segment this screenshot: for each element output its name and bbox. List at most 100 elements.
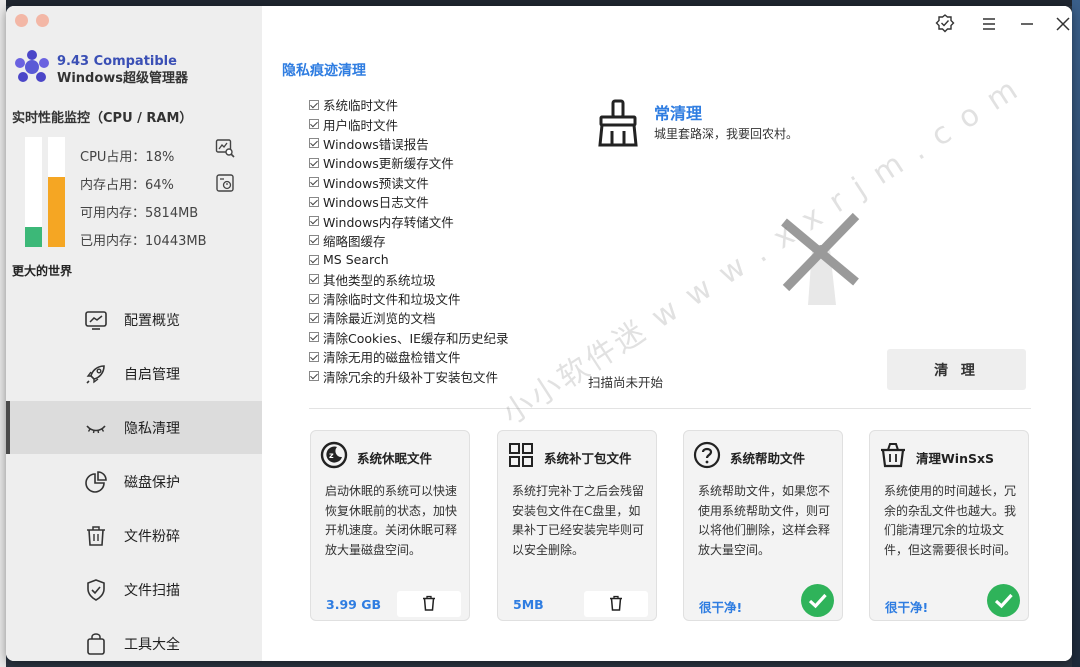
clean-option-label: 清除临时文件和垃圾文件 bbox=[323, 292, 461, 308]
card-help-files: 系统帮助文件 系统帮助文件，如果您不使用系统帮助文件，则可以将他们删除，这样会释… bbox=[683, 430, 843, 621]
nav-item-startup-manager[interactable]: 自启管理 bbox=[6, 347, 262, 400]
menu-icon[interactable] bbox=[978, 13, 1000, 35]
close-icon[interactable] bbox=[1052, 13, 1072, 35]
nav-item-config-overview[interactable]: 配置概览 bbox=[6, 293, 262, 346]
clean-title: 常清理 bbox=[654, 104, 703, 123]
nav-label: 文件扫描 bbox=[124, 582, 180, 599]
clean-option-label: 用户临时文件 bbox=[323, 117, 399, 133]
cpu-usage-fill bbox=[25, 227, 42, 247]
card-size: 3.99 GB bbox=[326, 597, 381, 612]
delete-button[interactable] bbox=[397, 591, 461, 617]
nav-item-privacy-clean[interactable]: 隐私清理 bbox=[6, 401, 262, 454]
trash-icon bbox=[610, 595, 622, 611]
shield-check-icon bbox=[87, 579, 105, 601]
card-status: 很干净! bbox=[699, 600, 743, 615]
clean-option-label: Windows更新缓存文件 bbox=[323, 156, 454, 172]
svg-text:z: z bbox=[329, 451, 334, 460]
card-title: 清理WinSxS bbox=[916, 451, 995, 466]
clean-option[interactable]: Windows预读文件 bbox=[309, 173, 509, 192]
card-title: 系统休眠文件 bbox=[357, 451, 433, 466]
card-description: 系统使用的时间越长，冗余的杂乱文件也越大。我们能清理冗余的垃圾文件，但这需要很长… bbox=[884, 484, 1017, 557]
clean-option[interactable]: 清除Cookies、IE缓存和历史纪录 bbox=[309, 328, 509, 347]
checkbox[interactable] bbox=[309, 216, 319, 227]
nav-label: 配置概览 bbox=[124, 312, 180, 329]
clean-option-label: Windows错误报告 bbox=[323, 136, 429, 152]
card-title: 系统帮助文件 bbox=[730, 451, 806, 466]
minimize-window-dot[interactable] bbox=[36, 14, 49, 27]
nav-label: 文件粉碎 bbox=[124, 528, 180, 545]
clean-option[interactable]: 缩略图缓存 bbox=[309, 231, 509, 250]
settings-badge-icon[interactable] bbox=[934, 13, 956, 35]
clean-button[interactable]: 清 理 bbox=[887, 349, 1026, 390]
checkbox[interactable] bbox=[309, 332, 319, 343]
checkbox[interactable] bbox=[309, 157, 319, 168]
card-description: 系统打完补丁之后会残留安装包文件在C盘里，如果补丁已经安装完毕则可以安全删除。 bbox=[512, 484, 645, 557]
delete-button[interactable] bbox=[584, 591, 648, 617]
app-name: Windows超级管理器 bbox=[57, 71, 189, 86]
minimize-icon[interactable] bbox=[1016, 13, 1038, 35]
card-description: 启动休眠的系统可以快速恢复休眠前的状态，加快开机速度。关闭休眠可释放大量磁盘空间… bbox=[325, 484, 458, 557]
memory-usage-bar bbox=[48, 137, 65, 247]
checkbox[interactable] bbox=[309, 371, 319, 382]
nav-item-toolbox[interactable]: 工具大全 bbox=[6, 617, 262, 661]
nav-item-disk-protect[interactable]: 磁盘保护 bbox=[6, 455, 262, 508]
clean-options-list: 系统临时文件 用户临时文件 Windows错误报告 Windows更新缓存文件 Wind… bbox=[309, 95, 509, 386]
clean-subtitle: 城里套路深，我要回农村。 bbox=[654, 127, 799, 141]
clean-option-label: 清除冗余的升级补丁安装包文件 bbox=[323, 369, 499, 385]
sidebar: 9.43 Compatible Windows超级管理器 实时性能监控（CPU … bbox=[6, 6, 262, 661]
monitor-chart-icon bbox=[85, 311, 107, 330]
clean-option[interactable]: 其他类型的系统垃圾 bbox=[309, 270, 509, 289]
checkbox[interactable] bbox=[309, 351, 319, 362]
clean-option[interactable]: Windows错误报告 bbox=[309, 134, 509, 153]
nav-item-file-scan[interactable]: 文件扫描 bbox=[6, 563, 262, 616]
memory-clean-icon[interactable] bbox=[215, 173, 235, 193]
card-status: 很干净! bbox=[885, 600, 929, 615]
clean-option[interactable]: Windows日志文件 bbox=[309, 192, 509, 211]
cpu-inspect-icon[interactable] bbox=[215, 138, 235, 158]
check-circle-icon bbox=[801, 584, 834, 617]
clean-option[interactable]: 清除无用的磁盘检错文件 bbox=[309, 347, 509, 366]
nav-label: 自启管理 bbox=[124, 366, 180, 383]
help-icon bbox=[693, 441, 721, 469]
clean-option[interactable]: 用户临时文件 bbox=[309, 114, 509, 133]
checkbox[interactable] bbox=[309, 119, 319, 130]
checkbox[interactable] bbox=[309, 254, 319, 265]
page-title: 隐私痕迹清理 bbox=[282, 63, 366, 79]
card-patch-packages: 系统补丁包文件 系统打完补丁之后会残留安装包文件在C盘里，如果补丁已经安装完毕则… bbox=[497, 430, 657, 621]
checkbox[interactable] bbox=[309, 138, 319, 149]
app-logo-icon bbox=[15, 50, 49, 82]
clean-option[interactable]: Windows内存转储文件 bbox=[309, 211, 509, 230]
trash-icon bbox=[87, 526, 105, 546]
checkbox[interactable] bbox=[309, 177, 319, 188]
close-window-dot[interactable] bbox=[15, 14, 28, 27]
card-size: 5MB bbox=[513, 597, 544, 612]
divider bbox=[309, 408, 1031, 409]
clean-option[interactable]: 清除冗余的升级补丁安装包文件 bbox=[309, 366, 509, 385]
clean-option[interactable]: 系统临时文件 bbox=[309, 95, 509, 114]
card-title: 系统补丁包文件 bbox=[544, 451, 632, 466]
available-memory-label: 可用内存：5814MB bbox=[80, 206, 199, 221]
sleep-icon: z bbox=[320, 441, 348, 469]
checkbox[interactable] bbox=[309, 196, 319, 207]
used-memory-label: 已用内存：10443MB bbox=[80, 234, 207, 249]
app-version: 9.43 Compatible bbox=[57, 54, 177, 69]
closed-eye-icon bbox=[86, 425, 106, 434]
main-panel: 隐私痕迹清理 系统临时文件 用户临时文件 Windows错误报告 Windows更新缓… bbox=[262, 6, 1072, 661]
checkbox[interactable] bbox=[309, 274, 319, 285]
clean-option[interactable]: 清除最近浏览的文档 bbox=[309, 308, 509, 327]
clean-option-label: 其他类型的系统垃圾 bbox=[323, 272, 436, 288]
nav-item-file-shredder[interactable]: 文件粉碎 bbox=[6, 509, 262, 562]
clean-option-label: 系统临时文件 bbox=[323, 98, 399, 114]
grid-icon bbox=[509, 443, 533, 467]
clean-option[interactable]: MS Search bbox=[309, 250, 509, 269]
checkbox[interactable] bbox=[309, 312, 319, 323]
checkbox[interactable] bbox=[309, 99, 319, 110]
pie-chart-icon bbox=[85, 471, 107, 493]
card-description: 系统帮助文件，如果您不使用系统帮助文件，则可以将他们删除，这样会释放大量空间。 bbox=[698, 484, 831, 557]
cpu-usage-bar bbox=[25, 137, 42, 247]
clean-option-label: Windows预读文件 bbox=[323, 175, 429, 191]
checkbox[interactable] bbox=[309, 293, 319, 304]
clean-option[interactable]: 清除临时文件和垃圾文件 bbox=[309, 289, 509, 308]
checkbox[interactable] bbox=[309, 235, 319, 246]
clean-option[interactable]: Windows更新缓存文件 bbox=[309, 153, 509, 172]
